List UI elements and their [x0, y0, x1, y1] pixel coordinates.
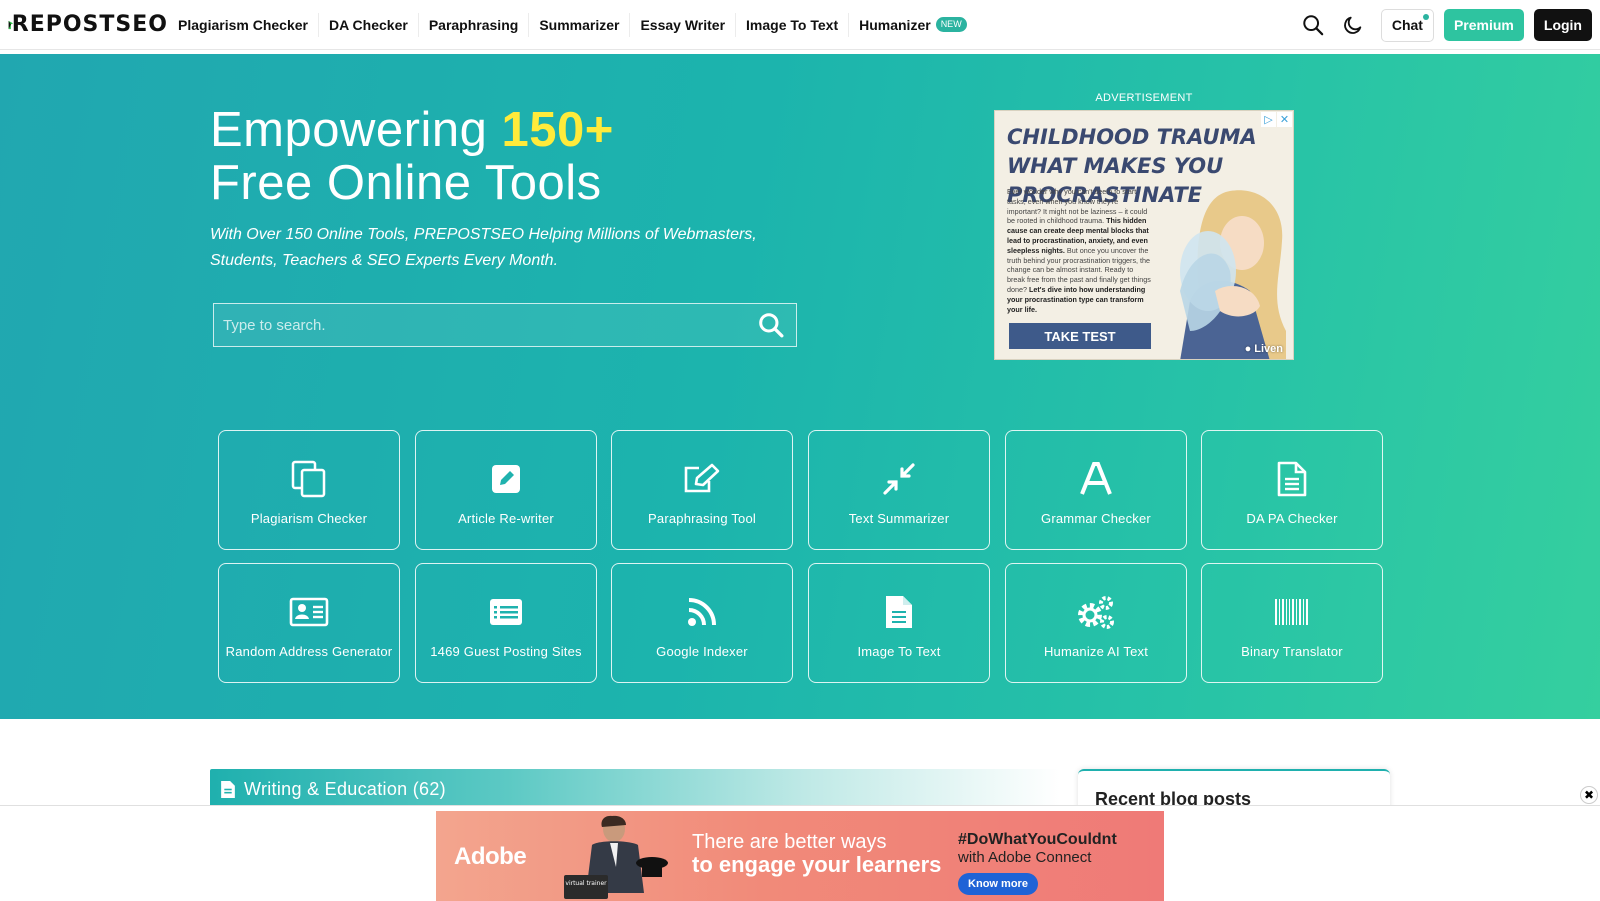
- ad-controls: ▷ ✕: [1261, 112, 1292, 127]
- logo-text: REPOSTSEO: [11, 12, 168, 37]
- tool-card-google-indexer[interactable]: Google Indexer: [611, 563, 793, 683]
- ad-close-icon[interactable]: ✕: [1277, 112, 1292, 127]
- hero-title-highlight: 150+: [501, 103, 614, 157]
- top-navigation-bar: REPOSTSEO Plagiarism Checker DA Checker …: [0, 0, 1600, 50]
- nav-label: Essay Writer: [640, 16, 726, 33]
- sidebar-advertisement[interactable]: CHILDHOOD TRAUMA WHAT MAKES YOU PROCRAST…: [994, 110, 1294, 360]
- ad-know-more-button[interactable]: Know more: [958, 873, 1038, 895]
- tool-card-guest-posting-sites[interactable]: 1469 Guest Posting Sites: [415, 563, 597, 683]
- close-ad-button[interactable]: ✖: [1580, 786, 1598, 804]
- address-card-icon: [289, 592, 329, 632]
- new-badge: NEW: [935, 17, 967, 32]
- tool-card-paraphrasing-tool[interactable]: Paraphrasing Tool: [611, 430, 793, 550]
- pencil-square-icon: [486, 459, 526, 499]
- file-text-icon: [221, 780, 235, 798]
- tool-label: Grammar Checker: [1041, 511, 1151, 526]
- nav-humanizer[interactable]: Humanizer NEW: [849, 13, 977, 37]
- main-nav: Plagiarism Checker DA Checker Paraphrasi…: [168, 0, 977, 50]
- nav-label: DA Checker: [328, 16, 408, 33]
- ad-choices-icon[interactable]: ▷: [1261, 112, 1276, 127]
- tool-card-article-rewriter[interactable]: Article Re-writer: [415, 430, 597, 550]
- tool-label: DA PA Checker: [1246, 511, 1338, 526]
- tool-card-text-summarizer[interactable]: Text Summarizer: [808, 430, 990, 550]
- tool-search-input[interactable]: [214, 304, 746, 346]
- rss-icon: [682, 592, 722, 632]
- nav-essay-writer[interactable]: Essay Writer: [630, 12, 737, 37]
- category-title: Writing & Education (62): [244, 778, 446, 799]
- tool-card-image-to-text[interactable]: Image To Text: [808, 563, 990, 683]
- compress-icon: [879, 459, 919, 499]
- dark-mode-toggle[interactable]: [1333, 8, 1373, 42]
- premium-button[interactable]: Premium: [1443, 9, 1524, 41]
- tool-label: Plagiarism Checker: [250, 511, 368, 526]
- ad-take-test-button[interactable]: TAKE TEST: [1009, 323, 1151, 349]
- site-logo[interactable]: REPOSTSEO: [0, 0, 168, 50]
- nav-summarizer[interactable]: Summarizer: [529, 12, 631, 37]
- moon-icon: [1344, 16, 1362, 34]
- hero-title-prefix: Empowering: [210, 103, 502, 157]
- tool-label: Image To Text: [857, 644, 941, 659]
- barcode-icon: [1272, 592, 1312, 632]
- nav-label: Image To Text: [746, 16, 839, 33]
- nav-label: Summarizer: [539, 16, 620, 33]
- adobe-logo: Adobe: [454, 843, 527, 870]
- file-text-icon: [1272, 459, 1312, 499]
- nav-label: Paraphrasing: [428, 16, 519, 33]
- advertisement-label: ADVERTISEMENT: [1095, 92, 1193, 104]
- adobe-banner-ad[interactable]: Adobe virtual trainer There are better w…: [436, 811, 1164, 901]
- ad-line-2: to engage your learners: [692, 852, 942, 877]
- ad-brand-liven: ● Liven: [1244, 343, 1283, 355]
- search-submit-button[interactable]: [746, 304, 796, 346]
- category-header-writing-education[interactable]: Writing & Education (62): [210, 769, 1060, 809]
- search-icon: [759, 313, 784, 338]
- tool-card-grammar-checker[interactable]: Grammar Checker: [1005, 430, 1187, 550]
- hero-title: Empowering 150+ Free Online Tools: [210, 104, 614, 210]
- nav-label: Plagiarism Checker: [178, 16, 308, 33]
- list-alt-icon: [486, 592, 526, 632]
- nav-paraphrasing[interactable]: Paraphrasing: [419, 12, 530, 37]
- hero-section: Empowering 150+ Free Online Tools With Ov…: [0, 54, 1600, 719]
- tool-label: Random Address Generator: [225, 644, 393, 659]
- tool-label: Google Indexer: [656, 644, 748, 659]
- edit-icon: [682, 459, 722, 499]
- header-actions: Chat Premium Login: [1293, 8, 1592, 42]
- file-doc-icon: [879, 592, 919, 632]
- tool-label: Paraphrasing Tool: [648, 511, 756, 526]
- ad-brand-name: Liven: [1254, 343, 1283, 355]
- tool-label: Article Re-writer: [458, 511, 554, 526]
- ad-with-text: with Adobe Connect: [958, 849, 1092, 866]
- nav-plagiarism-checker[interactable]: Plagiarism Checker: [168, 12, 319, 37]
- font-icon: [1076, 459, 1116, 499]
- ad-line-1: There are better ways: [692, 831, 887, 853]
- tool-card-humanize-ai-text[interactable]: Humanize AI Text: [1005, 563, 1187, 683]
- search-button[interactable]: [1293, 8, 1333, 42]
- nav-da-checker[interactable]: DA Checker: [319, 12, 419, 37]
- tool-card-plagiarism-checker[interactable]: Plagiarism Checker: [218, 430, 400, 550]
- tool-label: 1469 Guest Posting Sites: [430, 644, 582, 659]
- nav-label: Humanizer: [859, 16, 931, 33]
- copy-icon: [289, 459, 329, 499]
- sticky-bottom-ad: ✖ Adobe virtual trainer There are better…: [0, 786, 1600, 901]
- search-icon: [1303, 15, 1324, 36]
- ad-presenter-illustration: virtual trainer: [564, 815, 668, 899]
- ad-hashtag: #DoWhatYouCouldnt: [958, 831, 1117, 848]
- chat-label: Chat: [1391, 17, 1423, 33]
- online-dot: [1422, 13, 1429, 20]
- tool-search-box: [213, 303, 797, 347]
- ad-illustration: [1180, 190, 1286, 359]
- tool-card-binary-translator[interactable]: Binary Translator: [1201, 563, 1383, 683]
- gears-icon: [1076, 592, 1116, 632]
- ad-badge-text: virtual trainer: [565, 880, 607, 887]
- tool-card-da-pa-checker[interactable]: DA PA Checker: [1201, 430, 1383, 550]
- ad-body-text: Ever wonder why you can't seem to start …: [1007, 187, 1153, 314]
- tool-card-random-address-generator[interactable]: Random Address Generator: [218, 563, 400, 683]
- tool-label: Humanize AI Text: [1043, 644, 1149, 659]
- chat-button[interactable]: Chat: [1380, 8, 1434, 42]
- tool-label: Binary Translator: [1241, 644, 1343, 659]
- nav-image-to-text[interactable]: Image To Text: [736, 12, 850, 37]
- hero-title-line2: Free Online Tools: [210, 156, 602, 210]
- login-button[interactable]: Login: [1533, 9, 1592, 41]
- tool-label: Text Summarizer: [848, 511, 950, 526]
- hero-subtitle: With Over 150 Online Tools, PREPOSTSEO H…: [210, 226, 757, 269]
